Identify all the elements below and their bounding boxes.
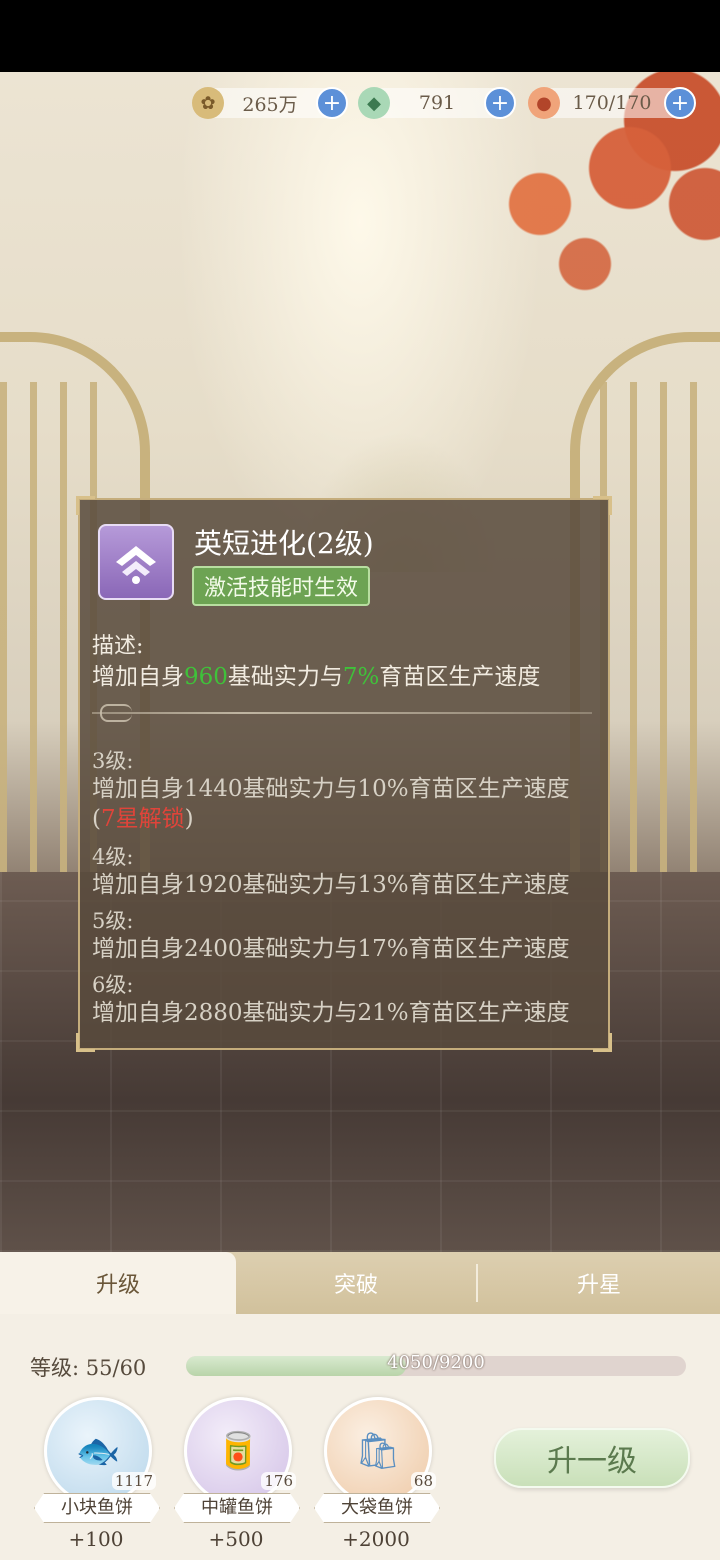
item-count: 1117 (111, 1472, 156, 1490)
energy-value: 170/170 (572, 92, 652, 114)
energy-bowl-icon: ● (528, 87, 560, 119)
item-name: 小块鱼饼 (34, 1493, 160, 1523)
gem-resource: ◆ 791 + (358, 87, 516, 119)
description-label: 描述: (92, 634, 144, 659)
level-5-entry: 5级: 增加自身2400基础实力与17%育苗区生产速度 (92, 909, 570, 962)
skill-activation-tag: 激活技能时生效 (192, 566, 371, 606)
unlock-requirement: 7星解锁 (100, 806, 185, 832)
upgrade-panel: 升级 突破 升星 等级: 55/60 4050/9200 🐟 1117 小块鱼饼… (0, 1252, 720, 1560)
upgrade-one-level-button[interactable]: 升一级 (494, 1428, 690, 1488)
item-bonus: +500 (208, 1527, 264, 1551)
level-4-entry: 4级: 增加自身1920基础实力与13%育苗区生产速度 (92, 845, 570, 898)
item-name: 大袋鱼饼 (314, 1493, 440, 1523)
speed-value: 7% (342, 664, 380, 690)
item-small-fish-cake[interactable]: 🐟 1117 小块鱼饼 +100 (34, 1397, 160, 1557)
tab-bar: 升级 突破 升星 (0, 1252, 720, 1314)
coin-value: 265万 (242, 93, 298, 116)
add-energy-button[interactable]: + (664, 87, 696, 119)
tab-upgrade[interactable]: 升级 (0, 1252, 236, 1314)
coin-resource: ✿ 265万 + (192, 87, 348, 119)
green-dragon-icon: ◆ (358, 87, 390, 119)
description-text: 增加自身960基础实力与7%育苗区生产速度 (92, 664, 541, 690)
item-bonus: +2000 (342, 1527, 410, 1551)
divider (92, 712, 592, 714)
purple-chevron-skill-icon (98, 524, 174, 600)
add-gem-button[interactable]: + (484, 87, 516, 119)
status-bar (0, 0, 720, 72)
energy-resource: ● 170/170 + (528, 87, 696, 119)
item-large-fish-bag[interactable]: 🛍 68 大袋鱼饼 +2000 (314, 1397, 440, 1557)
paw-coin-icon: ✿ (192, 87, 224, 119)
item-name: 中罐鱼饼 (174, 1493, 300, 1523)
skill-tooltip-panel: 英短进化(2级) 激活技能时生效 描述: 增加自身960基础实力与7%育苗区生产… (76, 496, 612, 1052)
level-6-entry: 6级: 增加自身2880基础实力与21%育苗区生产速度 (92, 973, 570, 1026)
gem-value: 791 (418, 92, 456, 114)
level-display: 等级: 55/60 (30, 1356, 147, 1380)
skill-title: 英短进化(2级) (194, 527, 374, 560)
strength-value: 960 (184, 664, 228, 690)
xp-text: 4050/9200 (387, 1352, 485, 1373)
add-coin-button[interactable]: + (316, 87, 348, 119)
level-value: 55/60 (85, 1356, 147, 1380)
item-bonus: +100 (68, 1527, 124, 1551)
level-3-entry: 3级: 增加自身1440基础实力与10%育苗区生产速度 (7星解锁) (92, 749, 570, 832)
item-count: 68 (410, 1472, 436, 1490)
item-medium-fish-can[interactable]: 🥫 176 中罐鱼饼 +500 (174, 1397, 300, 1557)
item-count: 176 (261, 1472, 296, 1490)
tab-breakthrough[interactable]: 突破 (236, 1252, 476, 1314)
tab-star-up[interactable]: 升星 (478, 1252, 720, 1314)
